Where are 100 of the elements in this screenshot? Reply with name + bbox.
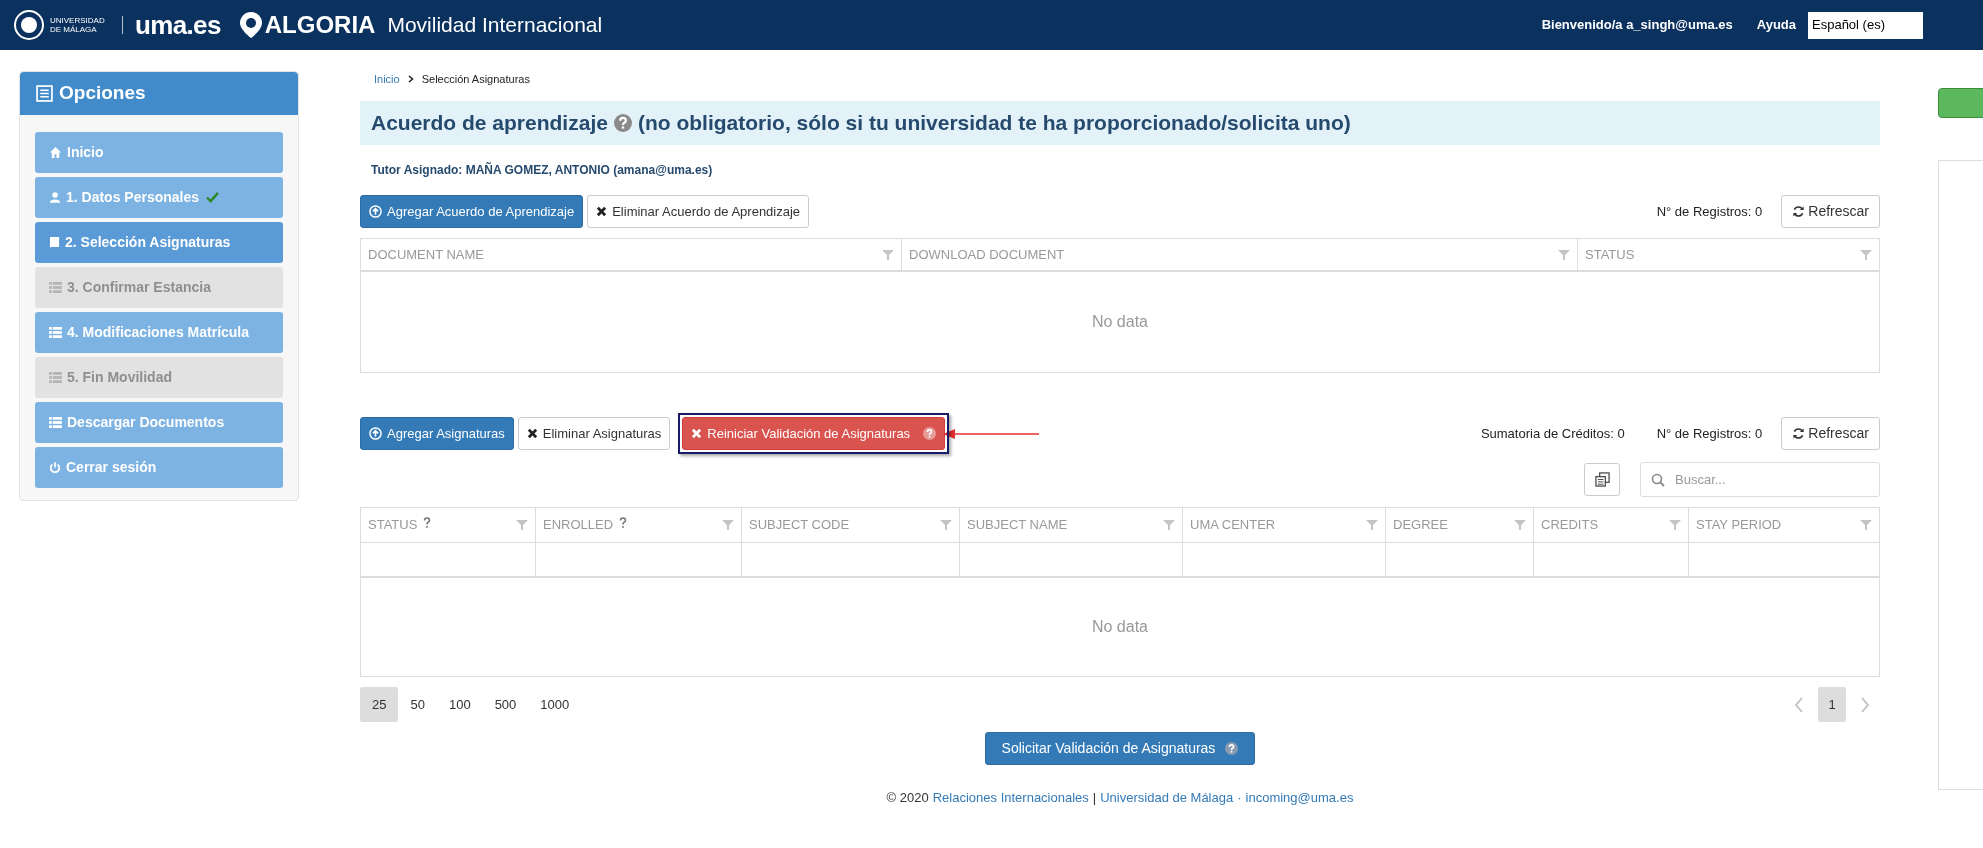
record-count: N° de Registros: 0 xyxy=(1656,424,1763,443)
page-title: Acuerdo de aprendizaje xyxy=(371,110,608,137)
chevron-right-icon xyxy=(1860,696,1870,713)
column-chooser-button[interactable] xyxy=(1584,463,1620,496)
action-button[interactable]: Agregar Acuerdo de Aprendizaje xyxy=(360,195,584,228)
list-icon xyxy=(49,282,62,293)
page-size-option[interactable]: 100 xyxy=(436,687,483,722)
help-link[interactable]: Ayuda xyxy=(1756,15,1796,35)
help-icon xyxy=(923,427,937,440)
separator-text: | xyxy=(1092,789,1097,807)
page-size-option[interactable]: 25 xyxy=(360,687,399,722)
filter-icon xyxy=(722,520,734,530)
chevron-left-icon xyxy=(1794,696,1804,713)
column-header[interactable]: CREDITS xyxy=(1533,508,1688,542)
list-icon xyxy=(49,327,62,338)
help-icon xyxy=(613,114,632,132)
column-title: STATUS xyxy=(368,516,418,535)
filter-icon xyxy=(1163,520,1175,530)
column-header[interactable]: SUBJECT NAME xyxy=(959,508,1182,542)
column-header[interactable]: ENROLLED xyxy=(535,508,741,542)
submit-button[interactable]: Solicitar Validación de Asignaturas xyxy=(984,732,1256,765)
column-header[interactable]: STAY PERIOD xyxy=(1688,508,1879,542)
credit-total: Sumatoria de Créditos: 0 xyxy=(1480,424,1625,443)
empty-message: No data xyxy=(1091,312,1148,332)
refresh-button[interactable]: Refrescar xyxy=(1781,195,1880,228)
breadcrumb-link[interactable]: Inicio xyxy=(374,70,400,88)
page-title-note: (no obligatorio, sólo si tu universidad te ha proporcionado/solicita uno) xyxy=(637,110,1351,137)
close-icon xyxy=(526,428,538,439)
user-icon xyxy=(49,191,61,204)
upload-icon xyxy=(369,205,382,218)
question-mark-icon xyxy=(423,517,432,529)
action-button[interactable]: Reiniciar Validación de Asignaturas xyxy=(682,417,946,450)
welcome-text: Bienvenido/a a_singh@uma.es xyxy=(1541,16,1733,35)
filter-icon xyxy=(1860,249,1872,260)
filter-icon xyxy=(1860,520,1872,530)
column-header[interactable]: SUBJECT CODE xyxy=(741,508,959,542)
brand-logo[interactable]: ALGORIA xyxy=(264,7,376,43)
empty-message: No data xyxy=(1091,617,1148,637)
site-logo[interactable]: uma.es xyxy=(135,5,221,45)
close-icon xyxy=(596,206,608,217)
column-title: CREDITS xyxy=(1541,516,1599,535)
refresh-icon xyxy=(1792,205,1806,218)
sidebar-item[interactable]: 2. Selección Asignaturas xyxy=(35,222,283,263)
column-title: SUBJECT NAME xyxy=(967,516,1068,535)
upload-icon xyxy=(369,427,382,440)
chevron-right-icon xyxy=(407,75,414,83)
column-title: UMA CENTER xyxy=(1190,516,1276,535)
refresh-icon xyxy=(1792,427,1806,440)
list-icon xyxy=(49,417,62,428)
filter-icon xyxy=(1366,520,1378,530)
refresh-button[interactable]: Refrescar xyxy=(1781,417,1880,450)
question-mark-icon xyxy=(619,517,628,529)
separator-text: · xyxy=(1237,789,1242,807)
page-size-option[interactable]: 1000 xyxy=(528,687,582,722)
column-header[interactable]: DEGREE xyxy=(1385,508,1533,542)
university-name: UNIVERSIDAD DE MÁLAGA xyxy=(50,16,106,34)
column-title: DEGREE xyxy=(1393,516,1448,535)
column-title: STAY PERIOD xyxy=(1696,516,1782,535)
list-icon xyxy=(49,372,62,383)
column-title: DOCUMENT NAME xyxy=(368,245,485,264)
column-title: STATUS xyxy=(1585,245,1635,264)
column-title: DOWNLOAD DOCUMENT xyxy=(909,245,1065,264)
power-icon xyxy=(49,461,61,474)
home-icon xyxy=(49,146,62,159)
action-button[interactable]: Agregar Asignaturas xyxy=(360,417,514,450)
language-select[interactable]: Español (es) xyxy=(1808,11,1923,39)
close-icon xyxy=(691,428,703,439)
tutor-text: Tutor Asignado: MAÑA GOMEZ, ANTONIO (amana@uma.es) xyxy=(370,161,714,179)
filter-icon xyxy=(1669,520,1681,530)
breadcrumb-current: Selección Asignaturas xyxy=(421,71,530,87)
filter-icon xyxy=(882,249,894,260)
column-title: ENROLLED xyxy=(543,516,614,535)
map-pin-icon xyxy=(238,11,263,39)
page-size-option[interactable]: 50 xyxy=(398,687,437,722)
column-title: SUBJECT CODE xyxy=(749,516,850,535)
filter-icon xyxy=(516,520,528,530)
app-title: Movilidad Internacional xyxy=(387,12,603,39)
book-icon xyxy=(49,236,60,249)
sidebar-title: Opciones xyxy=(59,81,146,106)
filter-icon xyxy=(1558,249,1570,260)
action-button[interactable]: Eliminar Acuerdo de Aprendizaje xyxy=(587,195,810,228)
column-header[interactable]: STATUS xyxy=(361,508,535,542)
page-size-option[interactable]: 500 xyxy=(482,687,529,722)
column-header[interactable]: DOWNLOAD DOCUMENT xyxy=(901,239,1577,270)
help-icon xyxy=(1225,742,1239,755)
footer-link[interactable]: Universidad de Málaga xyxy=(1100,788,1234,808)
filter-icon xyxy=(940,520,952,530)
list-icon xyxy=(36,85,53,102)
record-count: N° de Registros: 0 xyxy=(1656,202,1763,221)
footer-link[interactable]: Relaciones Internacionales xyxy=(932,788,1089,808)
columns-icon xyxy=(1594,472,1610,487)
page-button[interactable]: 1 xyxy=(1818,687,1846,722)
footer-link[interactable]: incoming@uma.es xyxy=(1245,788,1354,808)
column-header[interactable]: STATUS xyxy=(1577,239,1879,270)
column-header[interactable]: DOCUMENT NAME xyxy=(361,239,901,270)
copyright-text: © 2020 xyxy=(886,789,929,807)
search-field[interactable]: Buscar... xyxy=(1640,462,1880,497)
filter-icon xyxy=(1514,520,1526,530)
action-button[interactable]: Eliminar Asignaturas xyxy=(517,417,671,450)
column-header[interactable]: UMA CENTER xyxy=(1182,508,1385,542)
